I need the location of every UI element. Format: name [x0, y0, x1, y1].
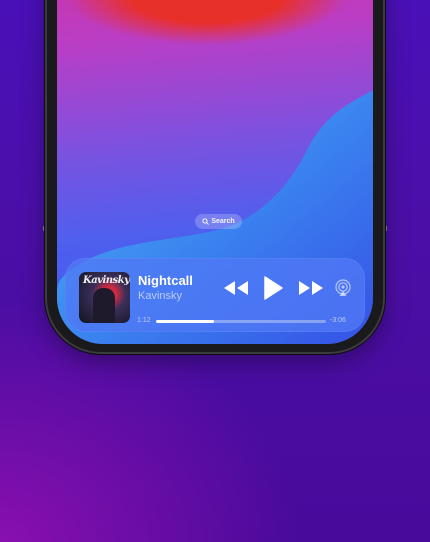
track-title: Nightcall — [138, 273, 193, 288]
album-art-figure — [93, 288, 115, 323]
album-art-text: Kavinsky — [83, 275, 130, 286]
progress-bar[interactable] — [156, 320, 326, 323]
now-playing-widget[interactable]: Kavinsky Nightcall Kavinsky 1:12 -3:06 — [65, 258, 365, 332]
search-pill[interactable]: Search — [195, 214, 242, 229]
fast-forward-button[interactable] — [298, 278, 324, 298]
rewind-icon — [224, 281, 248, 295]
play-button[interactable] — [261, 275, 285, 301]
play-icon — [264, 276, 283, 300]
search-icon — [202, 218, 210, 225]
remaining-time: -3:06 — [330, 317, 346, 324]
phone-frame: Search Kavinsky Nightcall Kavinsky 1:12 … — [45, 0, 385, 354]
home-screen: Search Kavinsky Nightcall Kavinsky 1:12 … — [57, 0, 373, 344]
fast-forward-icon — [299, 281, 323, 295]
airplay-button[interactable] — [334, 279, 352, 297]
album-art[interactable]: Kavinsky — [79, 272, 130, 323]
airplay-icon — [335, 279, 351, 296]
rewind-button[interactable] — [223, 278, 249, 298]
elapsed-time: 1:12 — [137, 317, 151, 324]
search-label: Search — [211, 218, 235, 225]
progress-fill — [156, 320, 214, 323]
track-artist: Kavinsky — [138, 290, 183, 302]
